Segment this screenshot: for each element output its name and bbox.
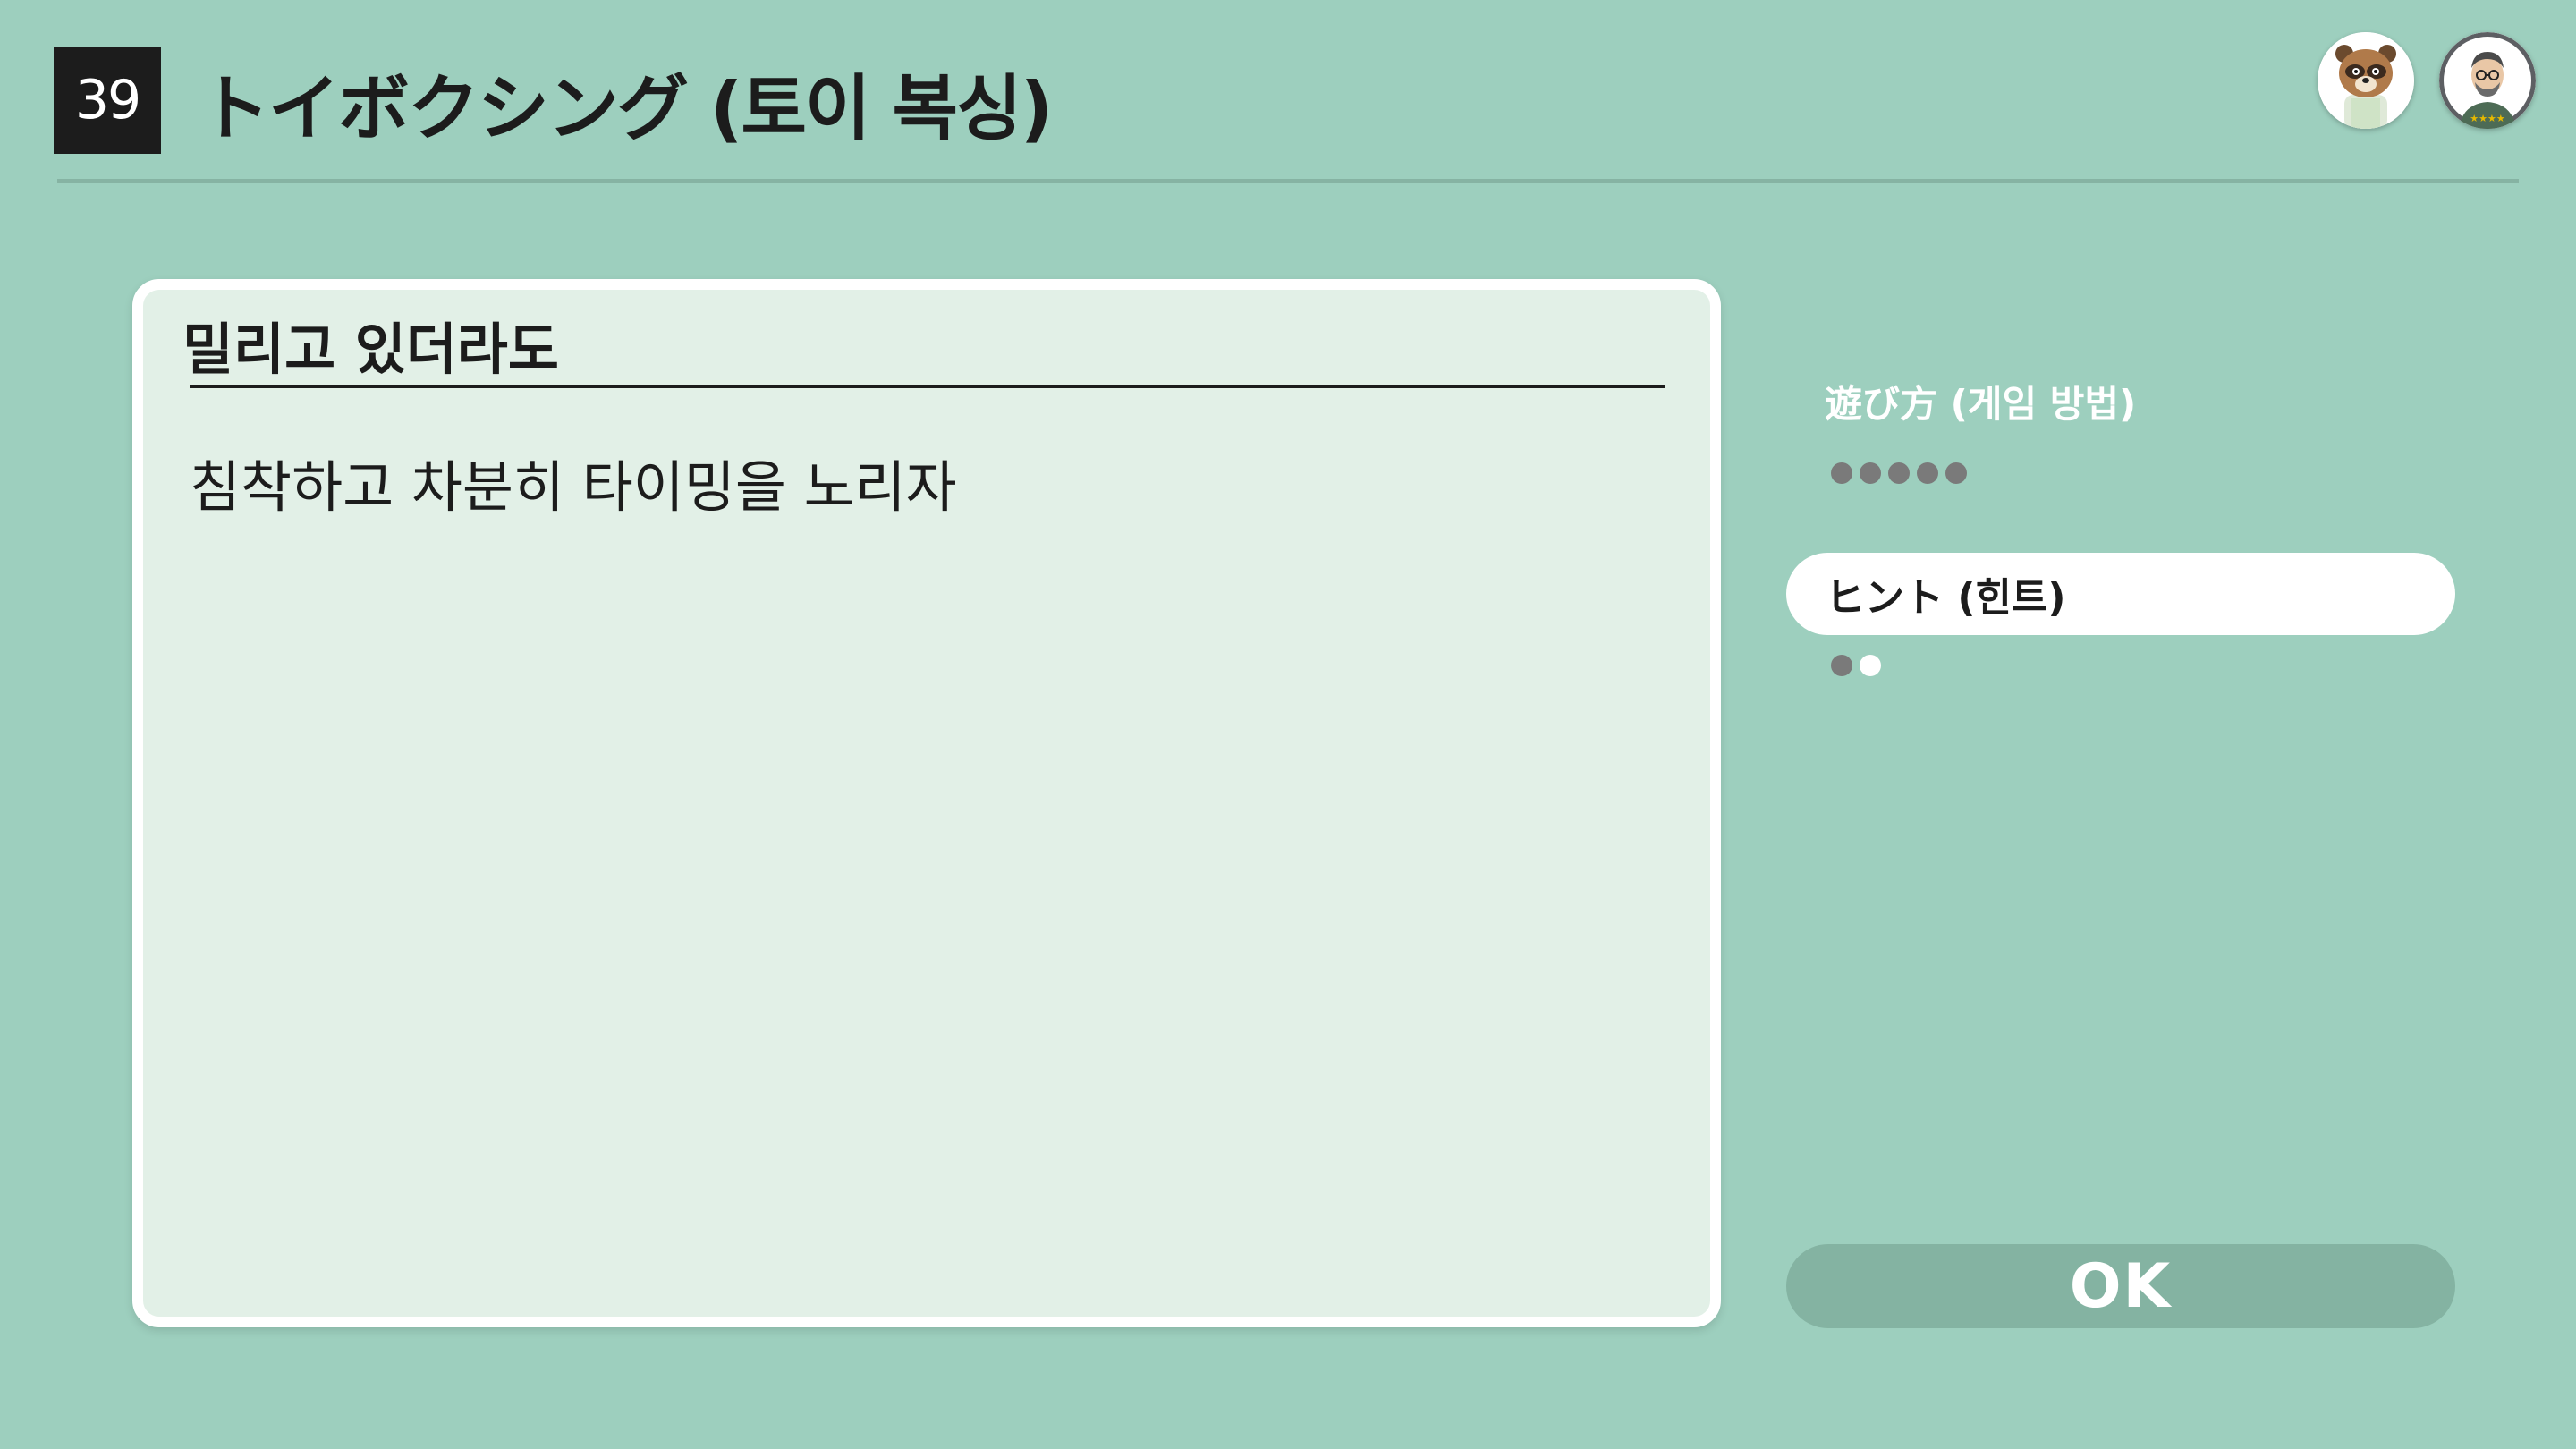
hint-body-text: 침착하고 차분히 타이밍을 노리자 [190, 454, 957, 520]
ok-button[interactable]: OK [1786, 1244, 2455, 1328]
page-dot-active [1860, 655, 1881, 676]
page-dot [1831, 462, 1852, 484]
menu-item-hint-label: ヒント (힌트) [1826, 575, 2066, 621]
menu-item-howto[interactable]: 遊び方 (게임 방법) [1825, 374, 2136, 428]
page-dot [1831, 655, 1852, 676]
svg-text:★★★★: ★★★★ [2470, 113, 2505, 124]
page-dot [1945, 462, 1967, 484]
hint-page-indicator [1831, 655, 1881, 676]
page-dot [1888, 462, 1910, 484]
howto-page-indicator [1831, 462, 1967, 484]
header-divider [57, 179, 2519, 183]
player2-avatar-icon: ★★★★ [2439, 32, 2536, 129]
menu-item-hint[interactable]: ヒント (힌트) [1786, 553, 2455, 635]
player1-avatar-icon [2318, 32, 2414, 129]
page-dot [1860, 462, 1881, 484]
game-screen: 39 トイボクシング (토이 복싱) ★★★★ 밀리고 있더라도 침착하고 차분… [0, 0, 2576, 1449]
page-dot [1917, 462, 1938, 484]
hint-divider [190, 385, 1665, 388]
hint-heading: 밀리고 있더라도 [182, 317, 559, 382]
game-number-badge: 39 [54, 47, 161, 154]
hint-card [132, 279, 1721, 1327]
game-title: トイボクシング (토이 복싱) [199, 67, 1053, 150]
